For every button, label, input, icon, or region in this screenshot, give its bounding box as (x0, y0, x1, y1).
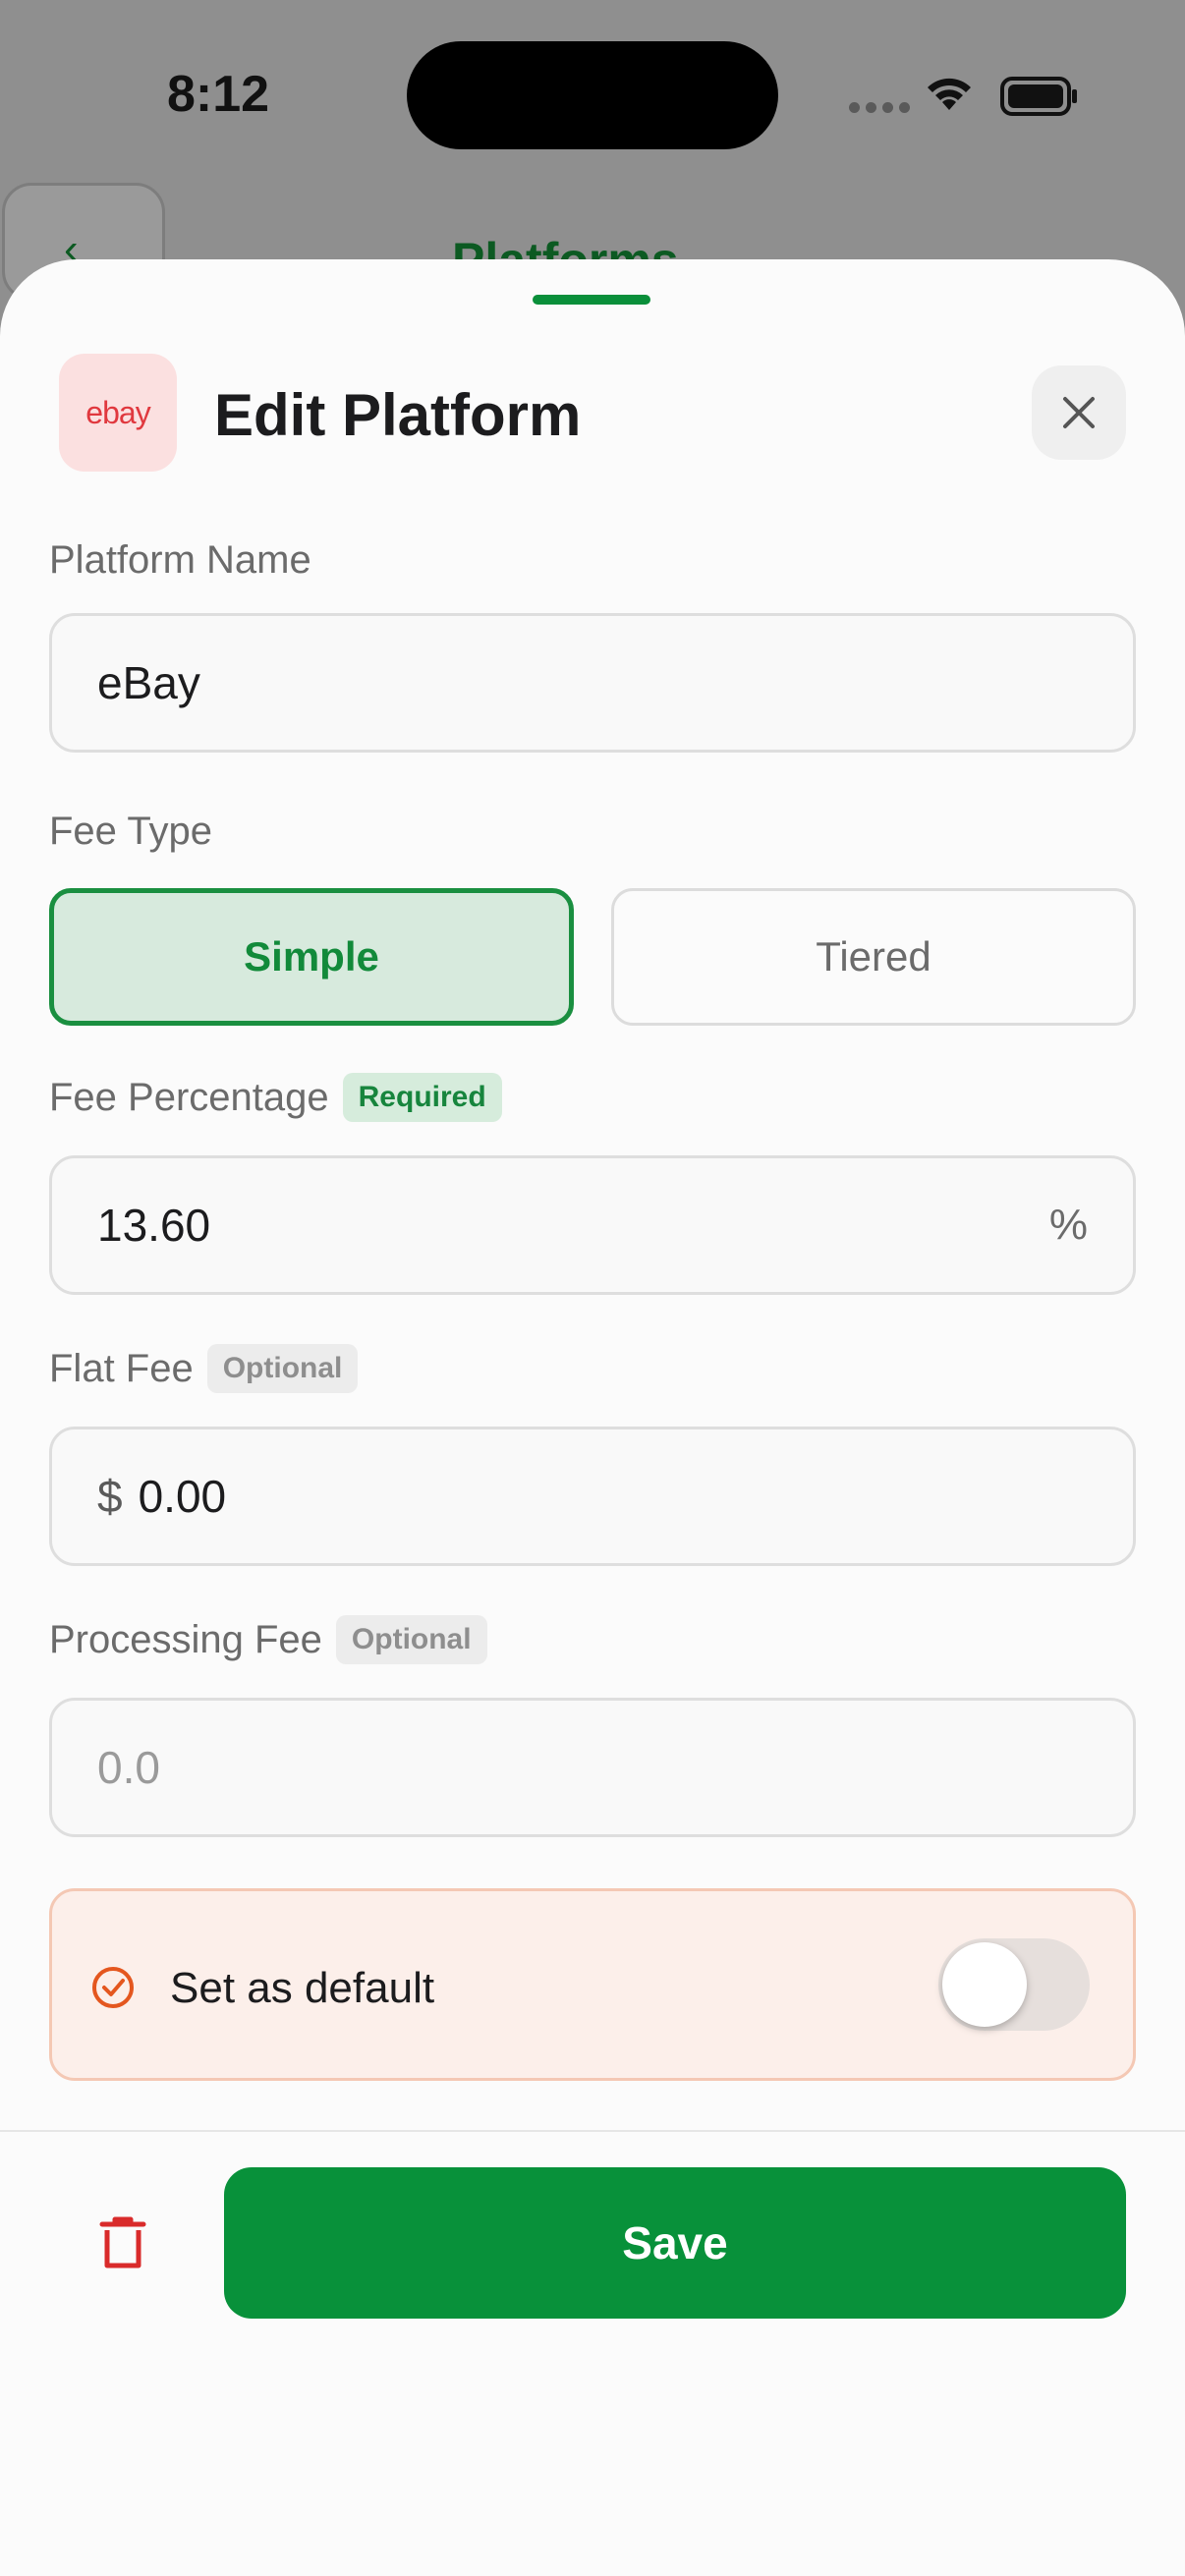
platform-name-input[interactable]: eBay (49, 613, 1136, 753)
ebay-logo-icon: ebay (59, 354, 177, 472)
sheet-title: Edit Platform (214, 382, 582, 448)
fee-percentage-label: Fee Percentage Required (49, 1073, 502, 1122)
close-icon (1063, 397, 1095, 428)
set-default-row[interactable]: Set as default (49, 1888, 1136, 2081)
fee-type-label: Fee Type (49, 810, 212, 854)
fee-percentage-value: 13.60 (97, 1200, 211, 1251)
platform-name-label: Platform Name (49, 538, 311, 583)
platform-name-label-text: Platform Name (49, 538, 311, 582)
optional-badge: Optional (335, 1615, 487, 1664)
set-default-toggle[interactable] (938, 1938, 1090, 2031)
save-button[interactable]: Save (224, 2167, 1126, 2319)
battery-icon (1000, 77, 1077, 116)
dynamic-island (407, 41, 778, 149)
sheet-grabber[interactable] (533, 295, 650, 305)
flat-fee-label: Flat Fee Optional (49, 1344, 359, 1393)
edit-platform-sheet: ebay Edit Platform Platform Name eBay Fe… (0, 259, 1185, 2576)
flat-fee-value: 0.00 (138, 1471, 227, 1522)
fee-type-label-text: Fee Type (49, 810, 213, 853)
fee-type-tiered-button[interactable]: Tiered (611, 888, 1136, 1026)
processing-fee-input[interactable]: 0.0 (49, 1698, 1136, 1837)
footer-divider (0, 2130, 1185, 2132)
processing-fee-label-text: Processing Fee (49, 1617, 322, 1661)
platform-name-value: eBay (97, 657, 200, 708)
check-circle-icon (92, 1967, 134, 2008)
required-badge: Required (342, 1073, 502, 1122)
trash-icon[interactable] (98, 2214, 147, 2271)
processing-fee-placeholder: 0.0 (97, 1742, 160, 1793)
fee-percentage-label-text: Fee Percentage (49, 1075, 329, 1119)
dollar-prefix: $ (97, 1471, 123, 1522)
cellular-signal-icon (849, 102, 910, 113)
fee-percentage-input[interactable]: 13.60 % (49, 1155, 1136, 1295)
set-default-label: Set as default (170, 1964, 435, 2012)
optional-badge: Optional (206, 1344, 359, 1393)
wifi-icon (928, 78, 971, 110)
processing-fee-label: Processing Fee Optional (49, 1615, 487, 1664)
status-time: 8:12 (167, 66, 270, 123)
close-button[interactable] (1032, 365, 1126, 460)
flat-fee-input[interactable]: $ 0.00 (49, 1427, 1136, 1566)
flat-fee-label-text: Flat Fee (49, 1346, 194, 1390)
status-bar: 8:12 (0, 0, 1185, 187)
percent-suffix: % (1048, 1201, 1088, 1249)
fee-type-simple-button[interactable]: Simple (49, 888, 574, 1026)
toggle-knob (942, 1942, 1027, 2027)
